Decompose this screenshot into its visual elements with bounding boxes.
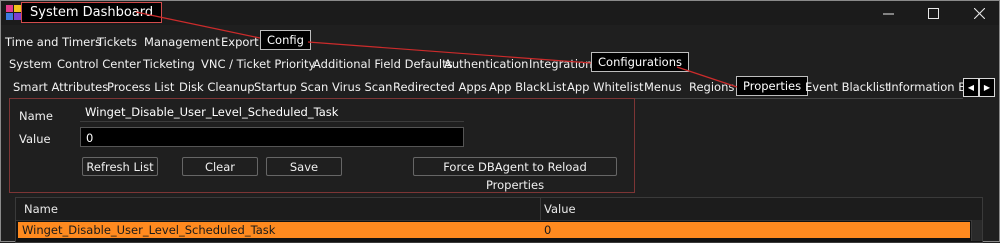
- minimize-icon: [882, 13, 894, 14]
- table-row[interactable]: Winget_Disable_User_Level_Scheduled_Task…: [18, 222, 970, 238]
- subtab-smart-attributes[interactable]: Smart Attributes: [13, 77, 108, 97]
- tab-authentication[interactable]: Authentication: [444, 54, 528, 74]
- force-reload-properties-button[interactable]: Force DBAgent to Reload Properties: [413, 157, 617, 192]
- cell-name: Winget_Disable_User_Level_Scheduled_Task: [22, 223, 276, 237]
- tab-ticketing[interactable]: Ticketing: [143, 54, 195, 74]
- save-button[interactable]: Save: [266, 157, 342, 176]
- menu-tickets[interactable]: Tickets: [97, 32, 137, 52]
- subtab-process-list[interactable]: Process List: [107, 77, 174, 97]
- subtab-information-base[interactable]: Information Ba: [888, 77, 963, 97]
- column-header-value[interactable]: Value: [544, 198, 576, 220]
- name-label: Name: [19, 109, 53, 123]
- subtab-app-whitelist[interactable]: App Whitelist: [567, 77, 643, 97]
- config-tabs: System Control Center Ticketing VNC / Ti…: [1, 52, 701, 74]
- tab-scroll-left-button[interactable]: ◀: [963, 78, 979, 97]
- value-field[interactable]: 0: [80, 127, 464, 147]
- tab-integration[interactable]: Integration: [529, 54, 592, 74]
- grid-header: Name Value: [16, 198, 982, 221]
- column-divider[interactable]: [540, 198, 541, 220]
- properties-grid: Name Value Winget_Disable_User_Level_Sch…: [15, 197, 983, 243]
- cell-value: 0: [544, 223, 552, 237]
- subtab-redirected-apps[interactable]: Redirected Apps: [393, 77, 487, 97]
- grid-scrollbar[interactable]: [971, 220, 982, 241]
- menu-time-and-timers[interactable]: Time and Timers: [5, 32, 101, 52]
- menu-management[interactable]: Management: [144, 32, 220, 52]
- scroll-left-icon: ◀: [967, 83, 975, 92]
- app-logo-icon: [6, 5, 21, 20]
- subtab-virus-scan[interactable]: Virus Scan: [332, 77, 392, 97]
- subtab-properties-callout[interactable]: Properties: [736, 76, 809, 96]
- subtab-startup-scan[interactable]: Startup Scan: [254, 77, 328, 97]
- tab-vnc-ticket-priority[interactable]: VNC / Ticket Priority: [201, 54, 315, 74]
- tab-system[interactable]: System: [9, 54, 52, 74]
- properties-form: Name Winget_Disable_User_Level_Scheduled…: [9, 98, 635, 193]
- title-bar: System Dashboard: [1, 1, 999, 25]
- maximize-button[interactable]: [911, 1, 955, 25]
- menu-config-callout[interactable]: Config: [260, 30, 311, 50]
- maximize-icon: [927, 7, 939, 19]
- tab-additional-field-defaults[interactable]: Additional Field Defaults: [313, 54, 453, 74]
- close-button[interactable]: [957, 1, 1000, 25]
- scroll-right-icon: ▶: [983, 83, 991, 92]
- refresh-list-button[interactable]: Refresh List: [82, 157, 158, 176]
- subtab-app-blacklist[interactable]: App BlackList: [489, 77, 566, 97]
- column-header-name[interactable]: Name: [24, 198, 58, 220]
- close-icon: [973, 7, 985, 19]
- subtab-regions[interactable]: Regions: [689, 77, 734, 97]
- tab-configurations-callout[interactable]: Configurations: [591, 52, 689, 72]
- name-field[interactable]: Winget_Disable_User_Level_Scheduled_Task: [80, 102, 464, 122]
- subtab-event-blacklist[interactable]: Event Blacklist: [805, 77, 890, 97]
- clear-button[interactable]: Clear: [182, 157, 258, 176]
- menu-export[interactable]: Export: [221, 32, 259, 52]
- tab-scroll-right-button[interactable]: ▶: [979, 78, 995, 97]
- value-label: Value: [19, 132, 51, 146]
- subtab-menus[interactable]: Menus: [644, 77, 682, 97]
- config-subtabs: Smart Attributes Process List Disk Clean…: [1, 76, 963, 97]
- minimize-button[interactable]: [866, 1, 910, 25]
- subtab-disk-cleanup[interactable]: Disk Cleanup: [179, 77, 255, 97]
- main-menu: Time and Timers Tickets Management Expor…: [1, 30, 401, 52]
- app-window: System Dashboard Time and Timers Tickets…: [0, 0, 1000, 243]
- tab-control-center[interactable]: Control Center: [57, 54, 141, 74]
- window-title: System Dashboard: [21, 2, 163, 23]
